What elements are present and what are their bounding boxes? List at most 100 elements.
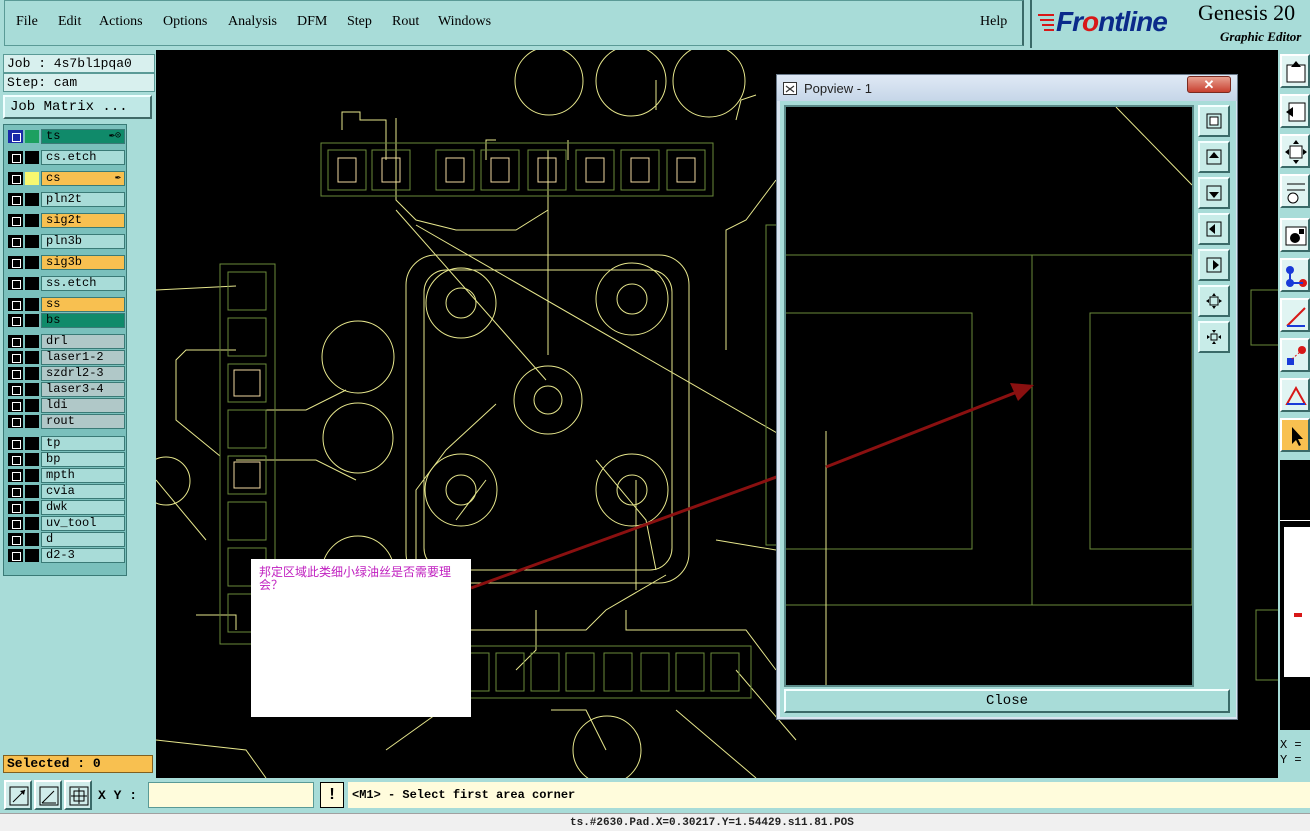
layer-checkbox[interactable] bbox=[8, 335, 23, 348]
layer-checkbox[interactable] bbox=[8, 469, 23, 482]
layer-row[interactable]: szdrl2-3 bbox=[7, 366, 125, 381]
popview-titlebar[interactable]: Popview - 1 ✕ bbox=[777, 75, 1237, 101]
grid-snap-button[interactable] bbox=[64, 780, 92, 810]
layer-row[interactable]: cs ✒ bbox=[7, 171, 125, 186]
layer-name[interactable]: pln2t bbox=[41, 192, 125, 207]
layer-checkbox[interactable] bbox=[8, 383, 23, 396]
layer-name[interactable]: ts ✒⊙ bbox=[41, 129, 125, 144]
layer-checkbox[interactable] bbox=[8, 549, 23, 562]
layer-row[interactable]: bp bbox=[7, 452, 125, 467]
layer-row[interactable]: pln2t bbox=[7, 192, 125, 207]
layer-name[interactable]: uv_tool bbox=[41, 516, 125, 531]
layer-checkbox[interactable] bbox=[8, 298, 23, 311]
layer-checkbox[interactable] bbox=[8, 485, 23, 498]
zoom-out-button[interactable] bbox=[1198, 321, 1230, 353]
pan-down-button[interactable] bbox=[1198, 177, 1230, 209]
layer-row[interactable]: drl bbox=[7, 334, 125, 349]
layer-row[interactable]: sig2t bbox=[7, 213, 125, 228]
layer-name[interactable]: laser3-4 bbox=[41, 382, 125, 397]
layer-row[interactable]: sig3b bbox=[7, 255, 125, 270]
layer-name[interactable]: ss bbox=[41, 297, 125, 312]
layer-checkbox[interactable] bbox=[8, 130, 23, 143]
menu-rout[interactable]: Rout bbox=[392, 14, 419, 30]
layer-row[interactable]: ldi bbox=[7, 398, 125, 413]
layer-checkbox[interactable] bbox=[8, 501, 23, 514]
pan-left-button[interactable] bbox=[1198, 213, 1230, 245]
abort-button[interactable]: ! bbox=[320, 782, 344, 808]
layer-name[interactable]: ldi bbox=[41, 398, 125, 413]
layer-name[interactable]: laser1-2 bbox=[41, 350, 125, 365]
layer-checkbox[interactable] bbox=[8, 235, 23, 248]
menu-step[interactable]: Step bbox=[347, 14, 372, 30]
menu-help[interactable]: Help bbox=[980, 14, 1007, 30]
layer-row[interactable]: ts ✒⊙ bbox=[7, 129, 125, 144]
cursor-tools-button[interactable] bbox=[1280, 174, 1310, 208]
layer-checkbox[interactable] bbox=[8, 415, 23, 428]
layer-name[interactable]: mpth bbox=[41, 468, 125, 483]
layer-row[interactable]: d bbox=[7, 532, 125, 547]
popview-canvas[interactable] bbox=[784, 105, 1194, 687]
menu-actions[interactable]: Actions bbox=[99, 14, 143, 30]
layer-row[interactable]: ss.etch bbox=[7, 276, 125, 291]
layer-name[interactable]: sig2t bbox=[41, 213, 125, 228]
layer-name[interactable]: tp bbox=[41, 436, 125, 451]
layer-name[interactable]: d2-3 bbox=[41, 548, 125, 563]
layer-up-button[interactable] bbox=[1280, 54, 1310, 88]
select-feature-button[interactable] bbox=[1280, 218, 1310, 252]
layer-name[interactable]: d bbox=[41, 532, 125, 547]
layer-row[interactable]: rout bbox=[7, 414, 125, 429]
layer-row[interactable]: cs.etch bbox=[7, 150, 125, 165]
layer-name[interactable]: pln3b bbox=[41, 234, 125, 249]
layer-name[interactable]: drl bbox=[41, 334, 125, 349]
layer-name[interactable]: dwk bbox=[41, 500, 125, 515]
layer-checkbox[interactable] bbox=[8, 256, 23, 269]
menu-file[interactable]: File bbox=[16, 14, 38, 30]
layer-row[interactable]: cvia bbox=[7, 484, 125, 499]
layer-checkbox[interactable] bbox=[8, 214, 23, 227]
layer-row[interactable]: laser3-4 bbox=[7, 382, 125, 397]
layer-checkbox[interactable] bbox=[8, 277, 23, 290]
snap-tool-button[interactable] bbox=[1280, 338, 1310, 372]
layer-checkbox[interactable] bbox=[8, 399, 23, 412]
layer-checkbox[interactable] bbox=[8, 533, 23, 546]
layer-name[interactable]: cs ✒ bbox=[41, 171, 125, 186]
pan-up-button[interactable] bbox=[1198, 141, 1230, 173]
pan-right-button[interactable] bbox=[1198, 249, 1230, 281]
layer-name[interactable]: ss.etch bbox=[41, 276, 125, 291]
popview-close-button[interactable]: Close bbox=[784, 689, 1230, 713]
zoom-area-button[interactable] bbox=[4, 780, 32, 810]
menu-windows[interactable]: Windows bbox=[438, 14, 491, 30]
layer-checkbox[interactable] bbox=[8, 453, 23, 466]
menu-edit[interactable]: Edit bbox=[58, 14, 81, 30]
mini-map[interactable] bbox=[1280, 520, 1310, 730]
layer-checkbox[interactable] bbox=[8, 517, 23, 530]
zoom-in-button[interactable] bbox=[1198, 285, 1230, 317]
menu-options[interactable]: Options bbox=[163, 14, 207, 30]
layer-row[interactable]: uv_tool bbox=[7, 516, 125, 531]
layer-name[interactable]: rout bbox=[41, 414, 125, 429]
menu-dfm[interactable]: DFM bbox=[297, 14, 327, 30]
layer-name[interactable]: cs.etch bbox=[41, 150, 125, 165]
layer-row[interactable]: pln3b bbox=[7, 234, 125, 249]
layer-checkbox[interactable] bbox=[8, 367, 23, 380]
layer-row[interactable]: d2-3 bbox=[7, 548, 125, 563]
layer-name[interactable]: bs bbox=[41, 313, 125, 328]
layer-checkbox[interactable] bbox=[8, 193, 23, 206]
layer-row[interactable]: dwk bbox=[7, 500, 125, 515]
pointer-select-button[interactable] bbox=[1280, 418, 1310, 452]
layer-row[interactable]: bs bbox=[7, 313, 125, 328]
layer-row[interactable]: mpth bbox=[7, 468, 125, 483]
layer-checkbox[interactable] bbox=[8, 151, 23, 164]
measure-tool-button[interactable] bbox=[1280, 298, 1310, 332]
layer-checkbox[interactable] bbox=[8, 314, 23, 327]
zoom-home-button[interactable] bbox=[1198, 105, 1230, 137]
layer-checkbox[interactable] bbox=[8, 351, 23, 364]
measure-angle-button[interactable] bbox=[34, 780, 62, 810]
layer-checkbox[interactable] bbox=[8, 172, 23, 185]
menu-analysis[interactable]: Analysis bbox=[228, 14, 277, 30]
fit-screen-button[interactable] bbox=[1280, 134, 1310, 168]
net-tool-button[interactable] bbox=[1280, 258, 1310, 292]
layer-checkbox[interactable] bbox=[8, 437, 23, 450]
layer-row[interactable]: tp bbox=[7, 436, 125, 451]
layer-name[interactable]: bp bbox=[41, 452, 125, 467]
